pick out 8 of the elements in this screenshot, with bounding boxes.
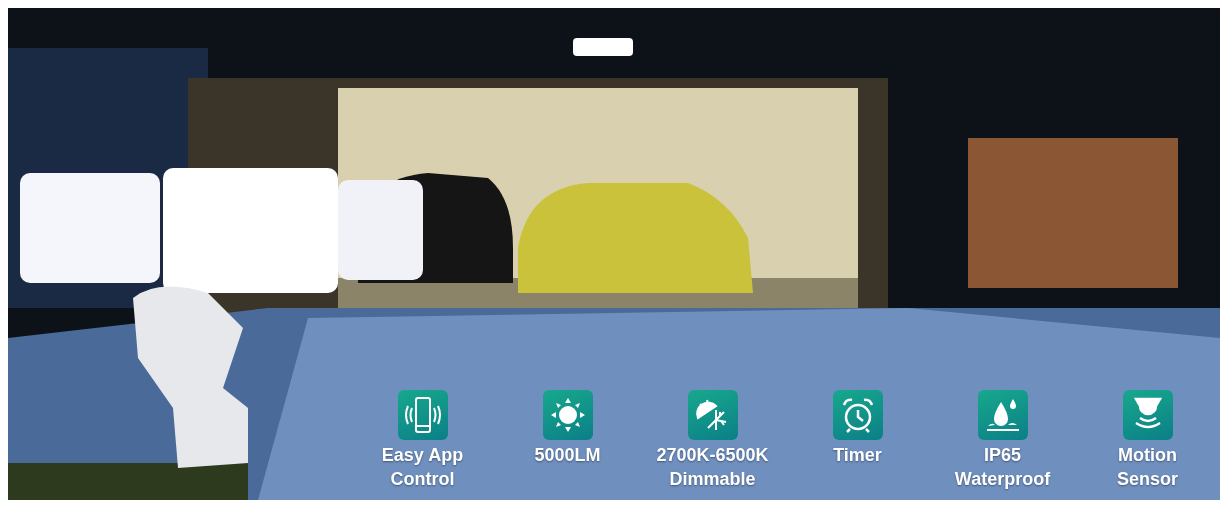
sun-icon: [549, 397, 586, 433]
feature-label: Easy App Control: [381, 444, 464, 491]
feature-label: Timer: [833, 444, 882, 467]
feature-label: 5000LM: [534, 444, 601, 467]
feature-label: IP65 Waterproof: [954, 444, 1051, 491]
feature-label: 2700K-6500K Dimmable: [656, 444, 769, 491]
phone-icon: [404, 395, 441, 435]
feature-label: Motion Sensor: [1117, 444, 1178, 491]
